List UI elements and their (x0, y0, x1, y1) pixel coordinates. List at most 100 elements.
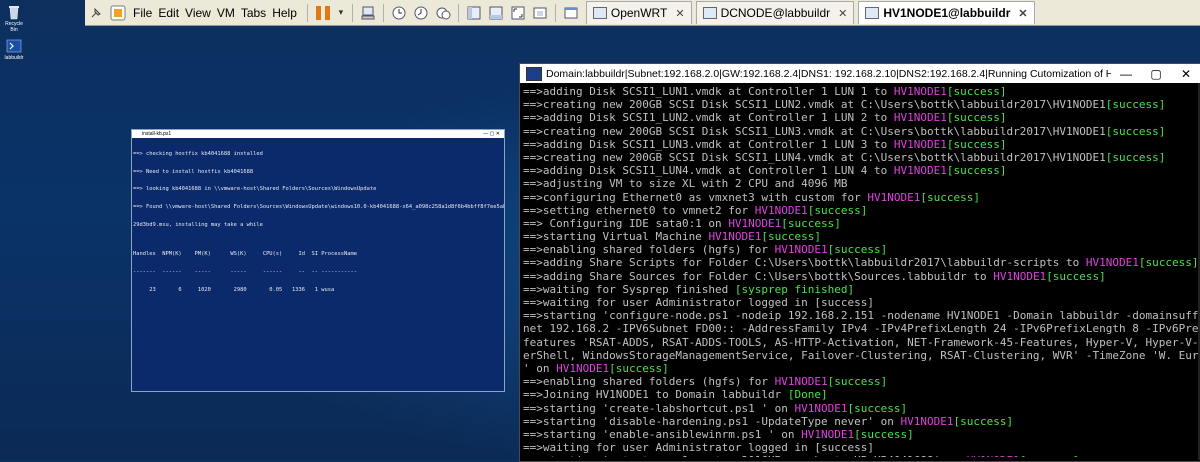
console-line: ==>adding Share Scripts for Folder C:\Us… (523, 256, 1200, 269)
menu-tabs[interactable]: Tabs (241, 6, 266, 20)
console-line: ==>waiting for user Administrator logged… (523, 441, 1200, 454)
maximize-icon[interactable]: ▢ (1141, 67, 1171, 81)
status-text: [success] (1105, 124, 1166, 138)
console-line: ==>setting ethernet0 to vmnet2 for HV1NO… (523, 204, 1200, 217)
console-view-icon[interactable] (562, 4, 580, 22)
tab-label: HV1NODE1@labbuildr (883, 6, 1011, 20)
hostname-text: HV1NODE1 (893, 85, 947, 98)
pause-button[interactable] (314, 4, 332, 22)
desktop-icon-label: Recycle Bin (5, 21, 23, 33)
desktop-icon-recycle-bin[interactable]: Recycle Bin (2, 4, 26, 33)
dropdown-arrow-icon[interactable]: ▾ (336, 4, 346, 22)
console-line: ==>starting 'enable-ansiblewinrm.ps1 ' o… (523, 428, 1200, 441)
line-text: ==>waiting for user Administrator logged… (523, 441, 874, 455)
line-text: ==>creating new 200GB SCSI Disk SCSI1_LU… (523, 98, 1106, 112)
console-line: ==>adding Disk SCSI1_LUN4.vmdk at Contro… (523, 164, 1200, 177)
toolbar-separator (351, 3, 353, 22)
pin-icon[interactable] (87, 4, 105, 22)
status-text: [Done] (787, 388, 828, 402)
line-text: net 192.168.2 -IPV6Subnet FD00:: -Addres… (523, 322, 1200, 336)
menu-vm[interactable]: VM (217, 6, 235, 20)
status-text: [success] (953, 414, 1014, 428)
console-line: features 'RSAT-ADDS, RSAT-ADDS-TOOLS, AS… (523, 336, 1200, 349)
small-window-title: install-kb.ps1 (142, 131, 172, 137)
vmware-toolbar: File Edit View VM Tabs Help ▾ OpenWRT ✕ … (85, 0, 1200, 26)
menu-file[interactable]: File (133, 6, 152, 20)
hostname-text: HV1NODE1 (556, 361, 610, 375)
console-line: ==>adding Share Sources for Folder C:\Us… (523, 270, 1200, 283)
output-line: ==> Found \\vmware-host\Shared Folders\S… (133, 203, 504, 210)
minimize-icon[interactable]: — (1111, 67, 1141, 81)
send-ctrl-alt-del-icon[interactable] (359, 4, 377, 22)
output-line: ==> checking hostfix kb4041688 installed (133, 150, 263, 157)
show-library-icon[interactable] (465, 4, 483, 22)
output-line: 23 6 1020 2980 0.05 1336 1 wusa (133, 286, 335, 293)
menu-help[interactable]: Help (272, 6, 297, 20)
snapshot-manager-icon[interactable] (434, 4, 452, 22)
revert-snapshot-icon[interactable] (412, 4, 430, 22)
line-text: ' on (523, 361, 557, 375)
recycle-bin-icon (6, 4, 22, 20)
toolbar-separator (554, 3, 556, 22)
hostname-text: HV1NODE1 (867, 190, 921, 204)
status-text: [success] (1105, 150, 1166, 164)
status-text: [sysprep finished] (734, 282, 855, 296)
vm-icon (592, 7, 607, 19)
console-line: ==>creating new 200GB SCSI Disk SCSI1_LU… (523, 98, 1200, 111)
close-icon[interactable]: ✕ (1171, 67, 1200, 81)
console-line: ==>adding Disk SCSI1_LUN2.vmdk at Contro… (523, 111, 1200, 124)
close-icon[interactable]: ✕ (838, 7, 847, 20)
line-text: ==>adding Disk SCSI1_LUN1.vmdk at Contro… (523, 85, 894, 98)
line-text: ==>waiting for user Administrator logged… (523, 296, 874, 309)
menu-view[interactable]: View (185, 6, 211, 20)
small-powershell-window[interactable]: install-kb.ps1 — ▢ ✕ ==> checking hostfi… (131, 129, 505, 392)
desktop-icon-label: labbuildr (4, 55, 24, 61)
status-text: [success] (946, 111, 1007, 125)
status-text: [success] (946, 164, 1007, 178)
line-text: ==>starting 'set-step.ps1 -step 2016KB -… (523, 454, 967, 457)
unity-icon[interactable] (531, 4, 549, 22)
console-line: erShell, WindowsStorageManagementService… (523, 349, 1200, 362)
console-line: ==> Configuring IDE sata0:1 on HV1NODE1[… (523, 217, 1200, 230)
close-icon[interactable]: ✕ (675, 7, 684, 20)
console-line: ==>enabling shared folders (hgfs) for HV… (523, 243, 1200, 256)
console-title: Domain:labbuildr|Subnet:192.168.2.0|GW:1… (546, 67, 1111, 80)
hostname-text: HV1NODE1 (801, 427, 855, 441)
hostname-text: HV1NODE1 (708, 230, 762, 244)
window-controls[interactable]: — ▢ ✕ (470, 131, 504, 137)
line-text: ==>starting Virtual Machine (523, 230, 709, 244)
small-window-titlebar[interactable]: install-kb.ps1 — ▢ ✕ (132, 130, 504, 138)
full-screen-icon[interactable] (509, 4, 527, 22)
status-text: [success] (827, 375, 888, 389)
line-text: ==>Joining HV1NODE1 to Domain labbuildr (523, 388, 788, 402)
snapshot-icon[interactable] (390, 4, 408, 22)
thumbnail-bar-icon[interactable] (487, 4, 505, 22)
status-text: [success] (946, 85, 1007, 98)
hostname-text: HV1NODE1 (728, 216, 782, 230)
console-line: ==>adjusting VM to size XL with 2 CPU an… (523, 177, 1200, 190)
tab-dcnode[interactable]: DCNODE@labbuildr ✕ (695, 1, 855, 24)
console-line: ==>starting 'configure-node.ps1 -nodeip … (523, 309, 1200, 322)
line-text: ==>starting 'configure-node.ps1 -nodeip … (523, 309, 1200, 323)
hostname-text: HV1NODE1 (893, 137, 947, 151)
console-output: ==>adding Disk SCSI1_LUN1.vmdk at Contro… (520, 83, 1200, 457)
hostname-text: HV1NODE1 (967, 454, 1020, 457)
line-text: ==>starting 'disable-hardening.ps1 -Upda… (523, 414, 901, 428)
tab-hv1node1[interactable]: HV1NODE1@labbuildr ✕ (858, 1, 1035, 24)
console-line: net 192.168.2 -IPV6Subnet FD00:: -Addres… (523, 322, 1200, 335)
tab-openwrt[interactable]: OpenWRT ✕ (585, 1, 692, 24)
close-icon[interactable]: ✕ (1018, 7, 1027, 20)
menu-edit[interactable]: Edit (158, 6, 179, 20)
console-titlebar[interactable]: Domain:labbuildr|Subnet:192.168.2.0|GW:1… (520, 64, 1200, 83)
desktop-icon-labbuildr[interactable]: labbuildr (2, 38, 26, 61)
hostname-text: HV1NODE1 (1085, 256, 1139, 270)
status-text: [success] (854, 427, 914, 441)
status-text: [success] (1138, 256, 1199, 270)
hostname-text: HV1NODE1 (774, 375, 828, 389)
console-window[interactable]: Domain:labbuildr|Subnet:192.168.2.0|GW:1… (519, 63, 1200, 462)
status-text: [success] (761, 230, 822, 244)
hostname-text: HV1NODE1 (893, 164, 947, 178)
console-line: ==>waiting for Sysprep finished [sysprep… (523, 283, 1200, 296)
hostname-text: HV1NODE1 (754, 203, 808, 217)
console-line: ==>Joining HV1NODE1 to Domain labbuildr … (523, 388, 1200, 401)
